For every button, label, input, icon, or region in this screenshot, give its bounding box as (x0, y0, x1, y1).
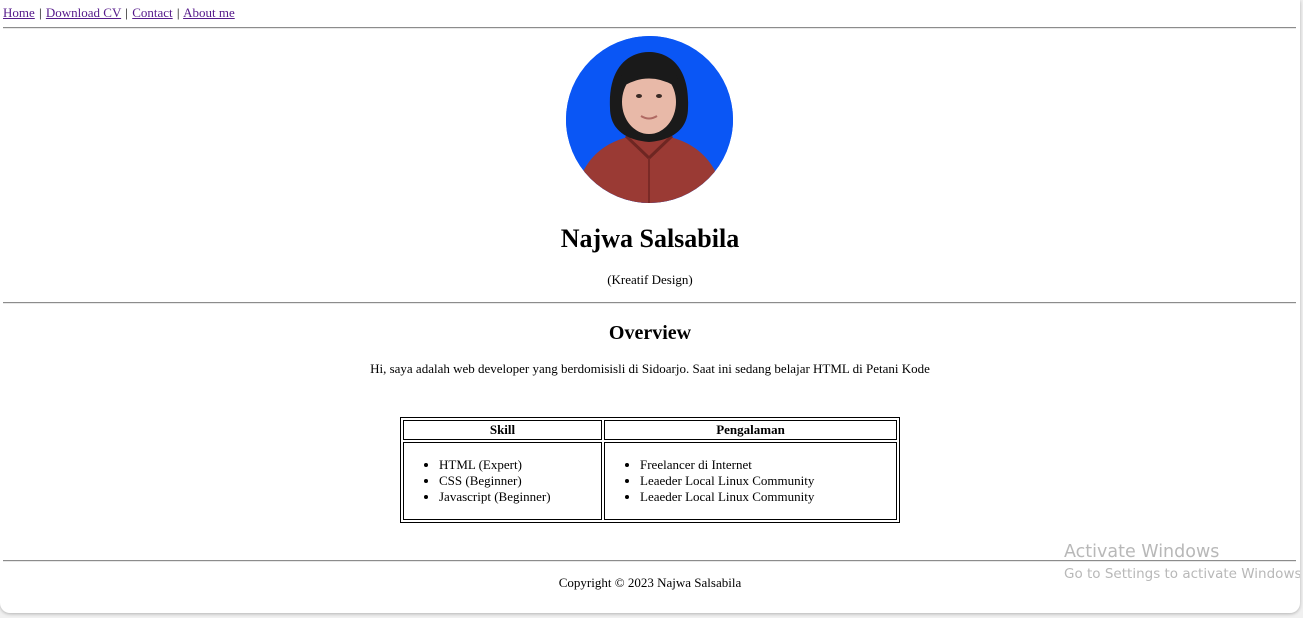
table-header-row: Skill Pengalaman (403, 420, 897, 440)
top-nav: Home | Download CV | Contact | About me (3, 5, 235, 21)
avatar (566, 36, 733, 203)
overview-heading: Overview (608, 322, 692, 344)
list-item: Javascript (Beginner) (439, 489, 600, 505)
skills-table: Skill Pengalaman HTML (Expert) CSS (Begi… (400, 417, 900, 523)
activation-watermark: Activate Windows Go to Settings to activ… (1064, 541, 1300, 585)
experience-list: Freelancer di Internet Leaeder Local Lin… (606, 457, 895, 505)
header-skill: Skill (403, 420, 602, 440)
divider (3, 27, 1296, 29)
page: Home | Download CV | Contact | About me … (0, 0, 1300, 613)
watermark-subtitle: Go to Settings to activate Windows. (1064, 566, 1300, 582)
nav-separator: | (125, 5, 128, 20)
profile-photo (566, 36, 733, 203)
nav-link-contact[interactable]: Contact (132, 5, 172, 20)
profile-subtitle: (Kreatif Design) (607, 272, 693, 287)
table-row: HTML (Expert) CSS (Beginner) Javascript … (403, 442, 897, 520)
nav-separator: | (39, 5, 42, 20)
divider (3, 302, 1296, 304)
list-item: CSS (Beginner) (439, 473, 600, 489)
header-pengalaman: Pengalaman (604, 420, 897, 440)
skill-list: HTML (Expert) CSS (Beginner) Javascript … (405, 457, 600, 505)
list-item: Leaeder Local Linux Community (640, 473, 895, 489)
nav-link-about-me[interactable]: About me (183, 5, 235, 20)
experience-cell: Freelancer di Internet Leaeder Local Lin… (604, 442, 897, 520)
profile-name: Najwa Salsabila (560, 224, 740, 253)
list-item: Freelancer di Internet (640, 457, 895, 473)
overview-text: Hi, saya adalah web developer yang berdo… (370, 361, 930, 376)
skill-cell: HTML (Expert) CSS (Beginner) Javascript … (403, 442, 602, 520)
watermark-title: Activate Windows (1064, 542, 1220, 562)
list-item: Leaeder Local Linux Community (640, 489, 895, 505)
nav-link-home[interactable]: Home (3, 5, 35, 20)
list-item: HTML (Expert) (439, 457, 600, 473)
nav-link-download-cv[interactable]: Download CV (46, 5, 121, 20)
nav-separator: | (176, 5, 180, 20)
